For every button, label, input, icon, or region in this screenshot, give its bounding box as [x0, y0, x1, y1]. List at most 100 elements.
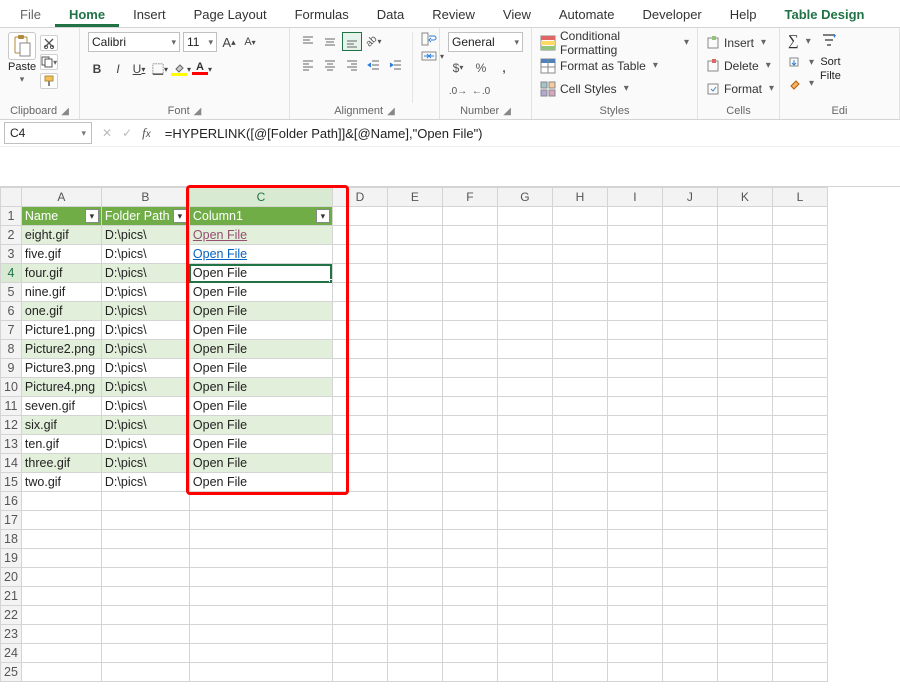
cell[interactable]: [442, 283, 497, 302]
cell[interactable]: D:\pics\: [101, 454, 189, 473]
format-as-table-button[interactable]: Format as Table▾: [540, 55, 689, 76]
cell[interactable]: [497, 473, 552, 492]
tab-page-layout[interactable]: Page Layout: [180, 1, 281, 26]
cell[interactable]: [442, 378, 497, 397]
cell[interactable]: Open File: [189, 321, 332, 340]
cell[interactable]: [552, 511, 607, 530]
cell[interactable]: [607, 568, 662, 587]
cell[interactable]: [772, 530, 827, 549]
row-header[interactable]: 17: [1, 511, 22, 530]
row-header[interactable]: 5: [1, 283, 22, 302]
cancel-formula-button[interactable]: ✕: [102, 126, 112, 140]
cell[interactable]: [607, 549, 662, 568]
cell[interactable]: [662, 302, 717, 321]
cell[interactable]: five.gif: [21, 245, 101, 264]
cell[interactable]: [497, 606, 552, 625]
cell[interactable]: [552, 435, 607, 454]
underline-button[interactable]: U▾: [130, 59, 148, 79]
cell[interactable]: [332, 530, 387, 549]
cell[interactable]: D:\pics\: [101, 245, 189, 264]
cell[interactable]: seven.gif: [21, 397, 101, 416]
formula-input[interactable]: =HYPERLINK([@[Folder Path]]&[@Name],"Ope…: [161, 120, 900, 146]
cell[interactable]: [607, 663, 662, 682]
cell[interactable]: [552, 264, 607, 283]
cell[interactable]: [101, 511, 189, 530]
cell[interactable]: [332, 397, 387, 416]
cell[interactable]: [21, 625, 101, 644]
row-header[interactable]: 18: [1, 530, 22, 549]
cell[interactable]: [772, 264, 827, 283]
cell[interactable]: [332, 245, 387, 264]
cell[interactable]: [552, 226, 607, 245]
enter-formula-button[interactable]: ✓: [122, 126, 132, 140]
cell[interactable]: [387, 359, 442, 378]
cell[interactable]: [717, 397, 772, 416]
cell[interactable]: [101, 568, 189, 587]
cell[interactable]: [717, 587, 772, 606]
cell[interactable]: [442, 321, 497, 340]
cell[interactable]: [772, 321, 827, 340]
cell[interactable]: [662, 644, 717, 663]
row-header[interactable]: 9: [1, 359, 22, 378]
cell[interactable]: [717, 454, 772, 473]
cell[interactable]: [332, 549, 387, 568]
cell[interactable]: [662, 321, 717, 340]
cell[interactable]: [442, 207, 497, 226]
cell[interactable]: Open File: [189, 283, 332, 302]
cell[interactable]: D:\pics\: [101, 435, 189, 454]
delete-cells-button[interactable]: Delete▾: [706, 55, 771, 76]
cell[interactable]: Picture2.png: [21, 340, 101, 359]
cell[interactable]: [21, 511, 101, 530]
cell[interactable]: [189, 644, 332, 663]
row-header[interactable]: 16: [1, 492, 22, 511]
align-right-button[interactable]: [342, 55, 362, 74]
cell[interactable]: [189, 568, 332, 587]
cell[interactable]: [189, 606, 332, 625]
row-header[interactable]: 14: [1, 454, 22, 473]
cell[interactable]: [607, 587, 662, 606]
cell[interactable]: Open File: [189, 473, 332, 492]
cell[interactable]: [717, 359, 772, 378]
cell[interactable]: [442, 606, 497, 625]
decrease-indent-button[interactable]: [364, 55, 384, 74]
align-left-button[interactable]: [298, 55, 318, 74]
cell[interactable]: [101, 606, 189, 625]
column-header[interactable]: D: [332, 188, 387, 207]
cell[interactable]: [772, 473, 827, 492]
cell[interactable]: [772, 359, 827, 378]
cell[interactable]: [332, 416, 387, 435]
cell[interactable]: [662, 568, 717, 587]
cell[interactable]: [442, 264, 497, 283]
cell[interactable]: [717, 473, 772, 492]
row-header[interactable]: 23: [1, 625, 22, 644]
cell[interactable]: D:\pics\: [101, 397, 189, 416]
cell[interactable]: [332, 663, 387, 682]
cell[interactable]: [497, 378, 552, 397]
cell[interactable]: Open File: [189, 397, 332, 416]
cell[interactable]: D:\pics\: [101, 473, 189, 492]
cell[interactable]: Open File: [189, 245, 332, 264]
cell[interactable]: [717, 378, 772, 397]
cell[interactable]: [332, 473, 387, 492]
cell[interactable]: [772, 492, 827, 511]
cell[interactable]: [387, 549, 442, 568]
cell[interactable]: Column1▾: [189, 207, 332, 226]
cell[interactable]: [189, 511, 332, 530]
dialog-launcher-icon[interactable]: ◢: [194, 106, 202, 117]
cell[interactable]: [387, 473, 442, 492]
cell[interactable]: [607, 397, 662, 416]
cell[interactable]: [387, 264, 442, 283]
cell[interactable]: [332, 359, 387, 378]
cell[interactable]: [717, 302, 772, 321]
cell[interactable]: [442, 625, 497, 644]
column-header[interactable]: J: [662, 188, 717, 207]
increase-font-button[interactable]: A▴: [220, 32, 238, 52]
cell[interactable]: D:\pics\: [101, 321, 189, 340]
cell[interactable]: [332, 378, 387, 397]
cell[interactable]: [607, 416, 662, 435]
tab-insert[interactable]: Insert: [119, 1, 180, 26]
cell[interactable]: [332, 340, 387, 359]
cell[interactable]: [101, 663, 189, 682]
cell[interactable]: [189, 530, 332, 549]
cell[interactable]: [21, 606, 101, 625]
